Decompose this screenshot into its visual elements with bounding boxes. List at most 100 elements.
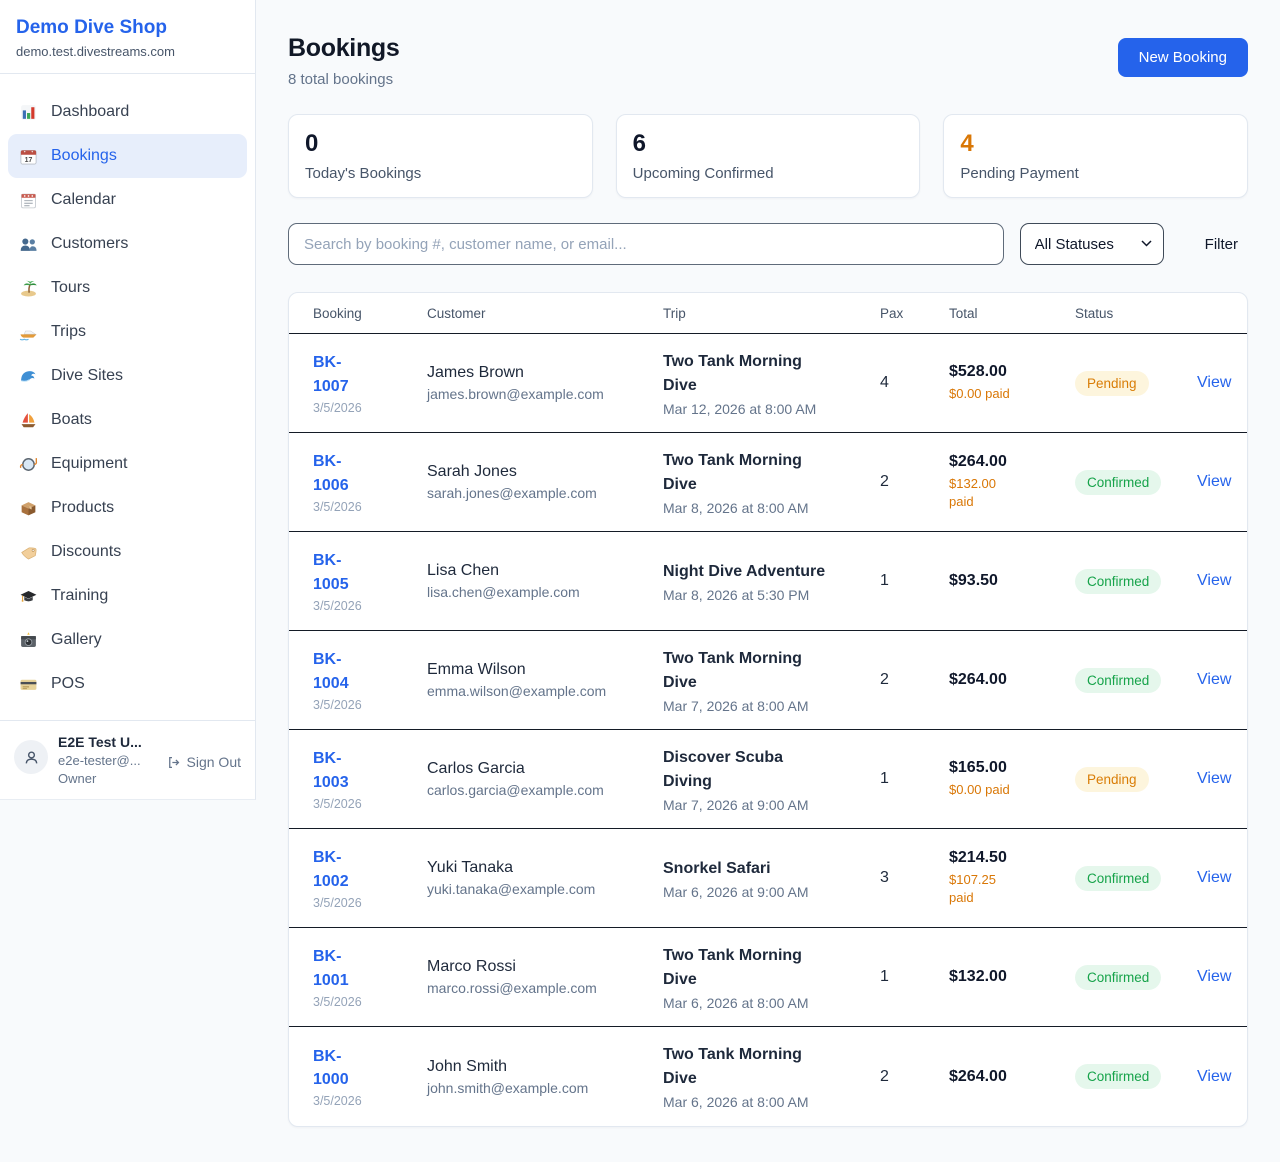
sidebar-item-label: Products bbox=[51, 499, 114, 517]
filter-controls: All Statuses Filter bbox=[288, 223, 1248, 265]
sidebar-item-bookings[interactable]: 17 Bookings bbox=[8, 134, 247, 178]
pax-count: 1 bbox=[880, 572, 949, 590]
stat-label: Pending Payment bbox=[960, 165, 1231, 182]
booking-created-date: 3/5/2026 bbox=[313, 500, 427, 514]
main-content: Bookings 8 total bookings New Booking 0 … bbox=[256, 0, 1280, 1127]
trip-datetime: Mar 6, 2026 at 8:00 AM bbox=[663, 995, 880, 1011]
sign-out-icon bbox=[166, 755, 181, 770]
table-row: BK-1000 3/5/2026 John Smith john.smith@e… bbox=[289, 1027, 1247, 1126]
graduation-cap-icon bbox=[18, 586, 38, 606]
pax-count: 1 bbox=[880, 770, 949, 788]
sidebar-item-label: Dive Sites bbox=[51, 367, 123, 385]
column-header-customer: Customer bbox=[427, 306, 663, 321]
booking-id-link[interactable]: BK-1004 bbox=[313, 648, 371, 694]
booking-created-date: 3/5/2026 bbox=[313, 698, 427, 712]
new-booking-button[interactable]: New Booking bbox=[1118, 38, 1248, 77]
sidebar-item-dashboard[interactable]: Dashboard bbox=[8, 90, 247, 134]
trip-datetime: Mar 7, 2026 at 8:00 AM bbox=[663, 698, 880, 714]
booking-id-link[interactable]: BK-1002 bbox=[313, 846, 371, 892]
view-booking-link[interactable]: View bbox=[1197, 770, 1231, 787]
sidebar-item-boats[interactable]: Boats bbox=[8, 398, 247, 442]
stat-label: Upcoming Confirmed bbox=[633, 165, 904, 182]
sidebar-item-discounts[interactable]: Discounts bbox=[8, 530, 247, 574]
sidebar-item-training[interactable]: Training bbox=[8, 574, 247, 618]
booking-id-link[interactable]: BK-1006 bbox=[313, 450, 371, 496]
booking-created-date: 3/5/2026 bbox=[313, 1094, 427, 1108]
table-header-row: Booking Customer Trip Pax Total Status bbox=[289, 293, 1247, 334]
view-booking-link[interactable]: View bbox=[1197, 572, 1231, 589]
sidebar-item-products[interactable]: Products bbox=[8, 486, 247, 530]
sidebar-item-label: POS bbox=[51, 675, 85, 693]
brand-name: Demo Dive Shop bbox=[16, 17, 239, 39]
stat-value: 0 bbox=[305, 130, 576, 158]
booking-id-link[interactable]: BK-1007 bbox=[313, 351, 371, 397]
sidebar-nav: Dashboard 17 Bookings Calendar Customers… bbox=[0, 74, 255, 706]
sidebar-item-tours[interactable]: Tours bbox=[8, 266, 247, 310]
status-select-wrap: All Statuses bbox=[1020, 223, 1164, 265]
booking-id-link[interactable]: BK-1003 bbox=[313, 747, 371, 793]
view-booking-link[interactable]: View bbox=[1197, 374, 1231, 391]
pax-count: 4 bbox=[880, 374, 949, 392]
table-row: BK-1005 3/5/2026 Lisa Chen lisa.chen@exa… bbox=[289, 532, 1247, 631]
bar-chart-icon bbox=[18, 102, 38, 122]
filter-button[interactable]: Filter bbox=[1195, 236, 1248, 253]
sidebar-item-label: Bookings bbox=[51, 147, 117, 165]
customer-name: Carlos Garcia bbox=[427, 760, 663, 778]
speedboat-icon bbox=[18, 322, 38, 342]
person-icon bbox=[22, 748, 41, 767]
user-info: E2E Test U... e2e-tester@... Owner bbox=[58, 734, 156, 786]
trip-name: Snorkel Safari bbox=[663, 857, 829, 881]
user-role: Owner bbox=[58, 771, 156, 786]
status-badge: Confirmed bbox=[1075, 866, 1161, 891]
booking-created-date: 3/5/2026 bbox=[313, 401, 427, 415]
booking-id-link[interactable]: BK-1001 bbox=[313, 945, 371, 991]
trip-datetime: Mar 6, 2026 at 8:00 AM bbox=[663, 1094, 880, 1110]
table-row: BK-1006 3/5/2026 Sarah Jones sarah.jones… bbox=[289, 433, 1247, 532]
table-row: BK-1004 3/5/2026 Emma Wilson emma.wilson… bbox=[289, 631, 1247, 730]
page-header: Bookings 8 total bookings New Booking bbox=[288, 34, 1248, 88]
water-wave-icon bbox=[18, 366, 38, 386]
sidebar-item-label: Discounts bbox=[51, 543, 121, 561]
sidebar-item-calendar[interactable]: Calendar bbox=[8, 178, 247, 222]
customer-email: marco.rossi@example.com bbox=[427, 980, 663, 996]
sidebar-item-customers[interactable]: Customers bbox=[8, 222, 247, 266]
trip-name: Two Tank Morning Dive bbox=[663, 449, 829, 497]
paid-amount: $107.25 paid bbox=[949, 871, 1023, 907]
pax-count: 3 bbox=[880, 869, 949, 887]
sidebar-item-gallery[interactable]: Gallery bbox=[8, 618, 247, 662]
view-booking-link[interactable]: View bbox=[1197, 968, 1231, 985]
desert-island-icon bbox=[18, 278, 38, 298]
sidebar-item-label: Boats bbox=[51, 411, 92, 429]
sign-out-button[interactable]: Sign Out bbox=[166, 754, 241, 770]
view-booking-link[interactable]: View bbox=[1197, 671, 1231, 688]
sidebar-item-label: Gallery bbox=[51, 631, 102, 649]
booking-id-link[interactable]: BK-1005 bbox=[313, 549, 371, 595]
status-badge: Confirmed bbox=[1075, 965, 1161, 990]
sidebar-item-dive-sites[interactable]: Dive Sites bbox=[8, 354, 247, 398]
view-booking-link[interactable]: View bbox=[1197, 1068, 1231, 1085]
column-header-booking: Booking bbox=[313, 306, 427, 321]
trip-datetime: Mar 8, 2026 at 5:30 PM bbox=[663, 587, 880, 603]
avatar bbox=[14, 740, 48, 774]
sidebar-item-pos[interactable]: POS bbox=[8, 662, 247, 706]
sidebar-item-equipment[interactable]: Equipment bbox=[8, 442, 247, 486]
customer-name: Lisa Chen bbox=[427, 562, 663, 580]
pax-count: 1 bbox=[880, 968, 949, 986]
sidebar-item-trips[interactable]: Trips bbox=[8, 310, 247, 354]
status-select[interactable]: All Statuses bbox=[1020, 223, 1164, 265]
view-booking-link[interactable]: View bbox=[1197, 869, 1231, 886]
customer-name: Sarah Jones bbox=[427, 463, 663, 481]
search-input[interactable] bbox=[288, 223, 1004, 265]
user-email: e2e-tester@... bbox=[58, 753, 156, 768]
total-amount: $264.00 bbox=[949, 453, 1075, 471]
table-row: BK-1007 3/5/2026 James Brown james.brown… bbox=[289, 334, 1247, 433]
total-amount: $264.00 bbox=[949, 671, 1075, 689]
booking-id-link[interactable]: BK-1000 bbox=[313, 1045, 371, 1091]
two-people-icon bbox=[18, 234, 38, 254]
table-row: BK-1003 3/5/2026 Carlos Garcia carlos.ga… bbox=[289, 730, 1247, 829]
view-booking-link[interactable]: View bbox=[1197, 473, 1231, 490]
sidebar-item-label: Dashboard bbox=[51, 103, 129, 121]
trip-name: Two Tank Morning Dive bbox=[663, 350, 829, 398]
trip-name: Two Tank Morning Dive bbox=[663, 944, 829, 992]
status-badge: Pending bbox=[1075, 371, 1149, 396]
